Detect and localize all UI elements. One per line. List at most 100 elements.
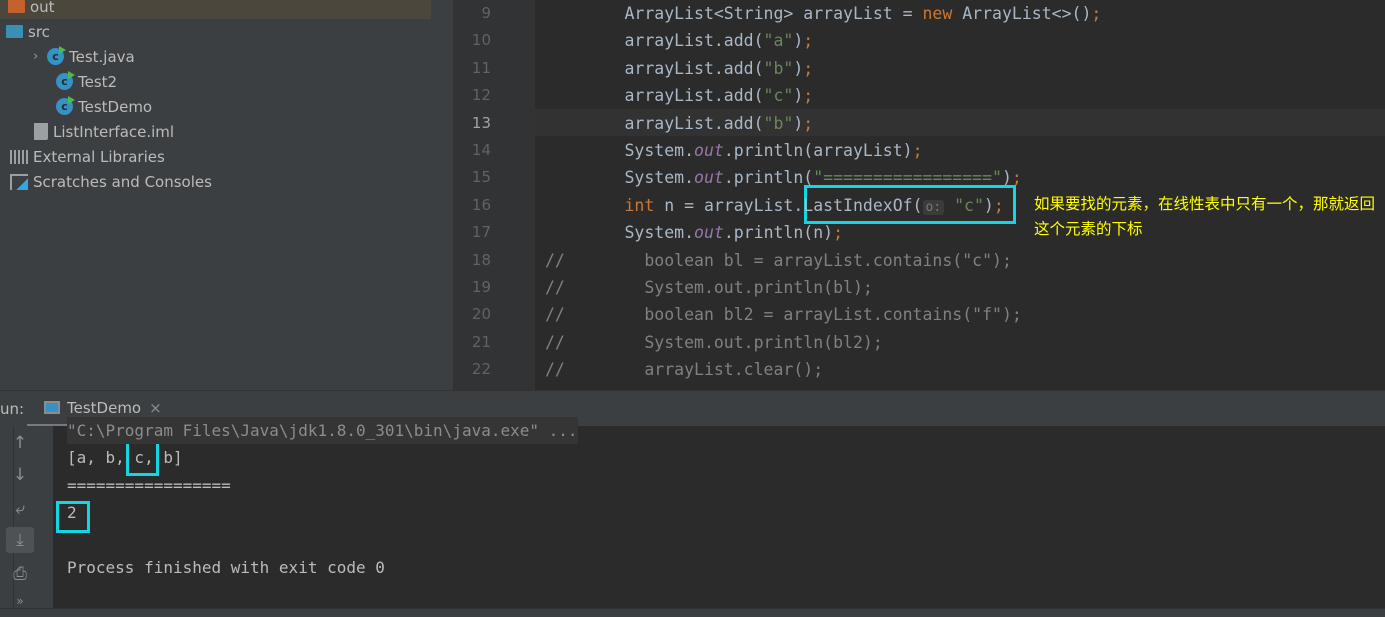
console-line: Process finished with exit code 0 (67, 558, 385, 577)
code-token: ; (993, 195, 1004, 215)
code-line: int n = arrayList.LastIndexOf(o: "c"); (545, 192, 1004, 221)
code-line: arrayList.add("a"); (545, 27, 813, 54)
tree-item-label: TestDemo (78, 97, 153, 116)
tree-item-test2[interactable]: c Test2 (56, 69, 117, 94)
code-token: arrayList.add( (545, 58, 764, 78)
code-token: "=================" (813, 168, 1002, 188)
libraries-icon (10, 149, 28, 164)
code-line: System.out.println("================="); (545, 164, 1022, 191)
code-token: // System.out.println(bl2); (545, 332, 883, 352)
tree-item-label: src (28, 22, 50, 41)
code-line: // boolean bl2 = arrayList.contains("f")… (545, 301, 1022, 328)
code-token: // boolean bl2 = arrayList.contains("f")… (545, 305, 1022, 325)
tree-item-src[interactable]: ⌄src (0, 19, 50, 44)
code-token: ; (1091, 4, 1102, 23)
code-token: ; (803, 58, 814, 78)
code-token: // System.out.println(bl); (545, 278, 873, 297)
java-class-icon: c (47, 46, 66, 65)
code-token: out (694, 223, 724, 243)
code-token: .println(arrayList) (723, 141, 913, 160)
scroll-to-end-icon[interactable]: ⤓ (6, 527, 34, 553)
console-line: ================= (67, 475, 231, 495)
run-label: un: (0, 400, 25, 418)
down-arrow-icon[interactable]: ↓ (6, 462, 34, 488)
code-token: ) (1001, 168, 1012, 188)
console-line: [a, b, c, b] (67, 448, 183, 468)
code-token: ; (803, 86, 814, 106)
folder-blue-icon (6, 25, 23, 38)
line-number: 16 (471, 195, 491, 214)
code-token: ) (793, 113, 804, 133)
console-icon (44, 401, 60, 414)
print-icon[interactable]: ⎙ (6, 561, 34, 587)
code-token: // boolean bl = arrayList.contains("c"); (545, 250, 1012, 270)
java-class-icon: c (56, 71, 75, 90)
line-number: 15 (471, 168, 491, 187)
line-number: 12 (471, 86, 491, 105)
code-token: arrayList.add( (545, 86, 764, 106)
line-number: 17 (471, 223, 491, 242)
code-token: ) (793, 86, 804, 106)
line-number: 19 (471, 278, 491, 296)
code-token: .println(n) (723, 223, 834, 243)
code-token: arrayList.add( (545, 31, 764, 51)
line-number: 11 (471, 58, 491, 77)
code-line: // System.out.println(bl); (545, 274, 873, 301)
code-token: ArrayList<>() (952, 4, 1092, 23)
console-line: "C:\Program Files\Java\jdk1.8.0_301\bin\… (67, 417, 578, 444)
code-token: ; (803, 113, 814, 133)
tree-item-label: ListInterface.iml (53, 122, 175, 141)
folder-orange-icon (8, 0, 25, 13)
close-icon[interactable]: × (149, 399, 162, 417)
code-token: .println( (723, 168, 814, 188)
tree-item-out[interactable]: › out (0, 0, 431, 19)
iml-file-icon (34, 123, 48, 140)
annotation-note: 如果要找的元素，在线性表中只有一个，那就返回这个元素的下标 (1034, 195, 1376, 238)
code-token: arrayList.add( (545, 113, 764, 133)
code-token: ) (793, 31, 804, 51)
code-line: // boolean bl = arrayList.contains("c"); (545, 247, 1012, 274)
line-number: 18 (471, 250, 491, 269)
code-token: ; (803, 31, 814, 51)
code-token: ) (793, 58, 804, 78)
status-bar (0, 608, 1385, 617)
tree-item-scratches-and-consoles[interactable]: Scratches and Consoles (10, 169, 212, 194)
soft-wrap-icon[interactable]: ⤶ (6, 496, 34, 522)
java-class-icon: c (56, 96, 75, 115)
tree-item-label: Test.java (69, 47, 135, 66)
code-token: ArrayList<String> arrayList = (545, 4, 923, 23)
line-number: 20 (471, 305, 491, 324)
code-token: ; (833, 223, 844, 243)
up-arrow-icon[interactable]: ↑ (6, 430, 34, 456)
code-token: "a" (763, 31, 794, 51)
code-line: arrayList.add("b"); (545, 55, 813, 82)
code-token: System. (545, 141, 695, 160)
code-token: new (922, 4, 953, 23)
line-number: 14 (471, 141, 491, 159)
code-line: System.out.println(arrayList); (545, 137, 923, 164)
code-token: "b" (763, 58, 794, 78)
chevron-icon[interactable]: › (33, 49, 47, 64)
chevron-icon[interactable]: › (0, 0, 2, 14)
line-number: 10 (471, 31, 491, 50)
tree-item-external-libraries[interactable]: External Libraries (10, 144, 165, 169)
tree-item-testdemo[interactable]: c TestDemo (56, 94, 152, 119)
code-token: "b" (763, 113, 794, 133)
scratches-icon (10, 173, 28, 190)
tree-item-label: External Libraries (33, 147, 165, 166)
console-line: 2 (67, 503, 77, 523)
line-number: 22 (471, 360, 491, 379)
code-token: ; (1011, 168, 1022, 188)
tree-item-label: out (30, 0, 55, 16)
more-icon[interactable]: » (6, 588, 34, 614)
code-token: "c" (763, 86, 794, 106)
code-token: ; (912, 141, 923, 160)
code-token: out (694, 168, 724, 188)
code-line: // System.out.println(bl2); (545, 329, 883, 356)
parameter-hint: o: (922, 199, 945, 215)
tree-item-test-java[interactable]: › c Test.java (33, 44, 135, 69)
line-number: 13 (471, 113, 491, 132)
code-token: int (545, 195, 655, 215)
tree-item-listinterface-iml[interactable]: ListInterface.iml (34, 119, 174, 144)
code-line: arrayList.add("b"); (545, 110, 813, 137)
